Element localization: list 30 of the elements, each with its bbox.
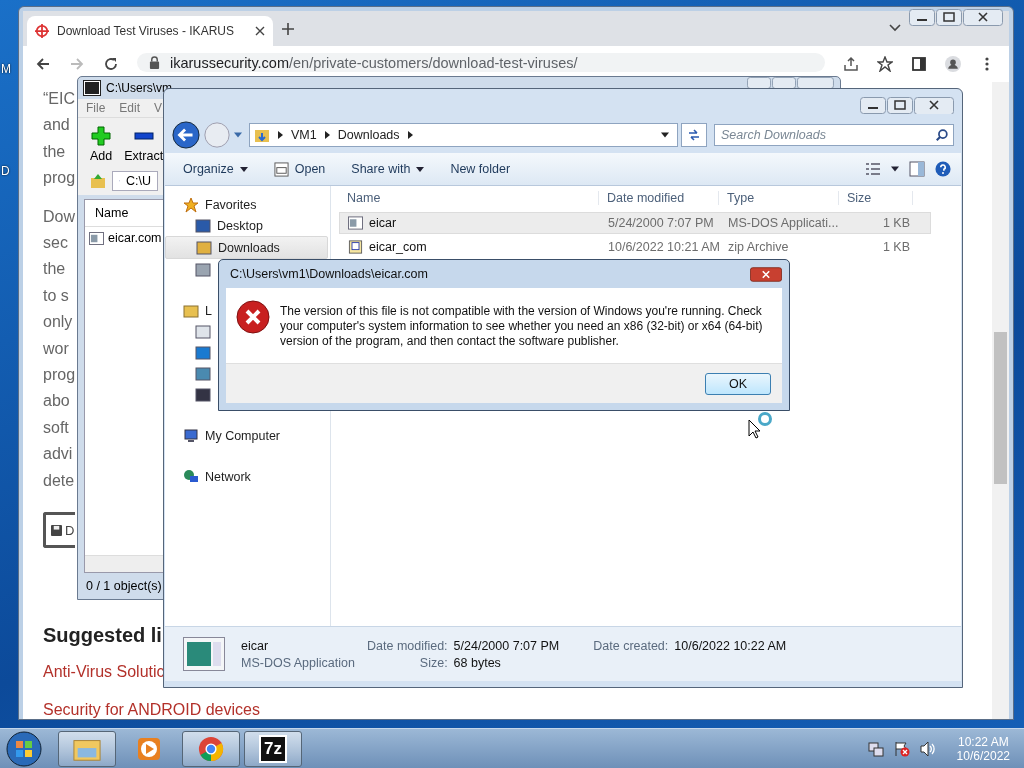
desktop-icon-label: D	[1, 164, 10, 178]
paragraph-text: sec	[43, 232, 68, 253]
paragraph-text: dete	[43, 470, 75, 491]
status-text: 0 / 1 object(s)	[85, 578, 163, 593]
paragraph-text: soft	[43, 417, 69, 438]
detail-value: 10/6/2022 10:22 AM	[674, 638, 787, 653]
paragraph-text: and	[43, 115, 70, 136]
paragraph-text: the	[43, 259, 66, 280]
paragraph-text: wor	[43, 338, 69, 359]
paragraph-text: Dow	[43, 206, 75, 227]
detail-value: 5/24/2000 7:07 PM	[453, 638, 561, 653]
paragraph-text: prog	[43, 364, 76, 385]
paragraph-text: prog	[43, 168, 76, 189]
detail-label: Size:	[418, 655, 448, 670]
paragraph-text: abo	[43, 391, 70, 412]
file-name: eicar	[241, 638, 270, 653]
paragraph-text: advi	[43, 444, 73, 465]
detail-label: Date created:	[593, 638, 669, 653]
paragraph-text: to s	[43, 285, 69, 306]
paragraph-text: “EIC	[43, 88, 75, 109]
window-title: C:\Users\vm	[106, 81, 172, 95]
detail-label: Date modified:	[367, 638, 448, 653]
paragraph-text: the	[43, 141, 66, 162]
error-message: The version of this file is not compatible with the version of Windows you're running. Check your computer's system information to see whether you need an x86 (32-bit) or x64 (64-bit) version of the program, and then contact the software publisher.	[280, 303, 764, 349]
detail-value: 68 bytes	[453, 655, 502, 670]
desktop-icon-label: M	[1, 62, 11, 76]
dialog-title: C:\Users\vm1\Downloads\eicar.com	[230, 267, 428, 281]
paragraph-text: only	[43, 312, 73, 333]
section-heading: Suggested li	[43, 624, 162, 647]
url-text: ikarussecurity.com/en/private-customers/download-test-viruses/	[170, 54, 578, 71]
